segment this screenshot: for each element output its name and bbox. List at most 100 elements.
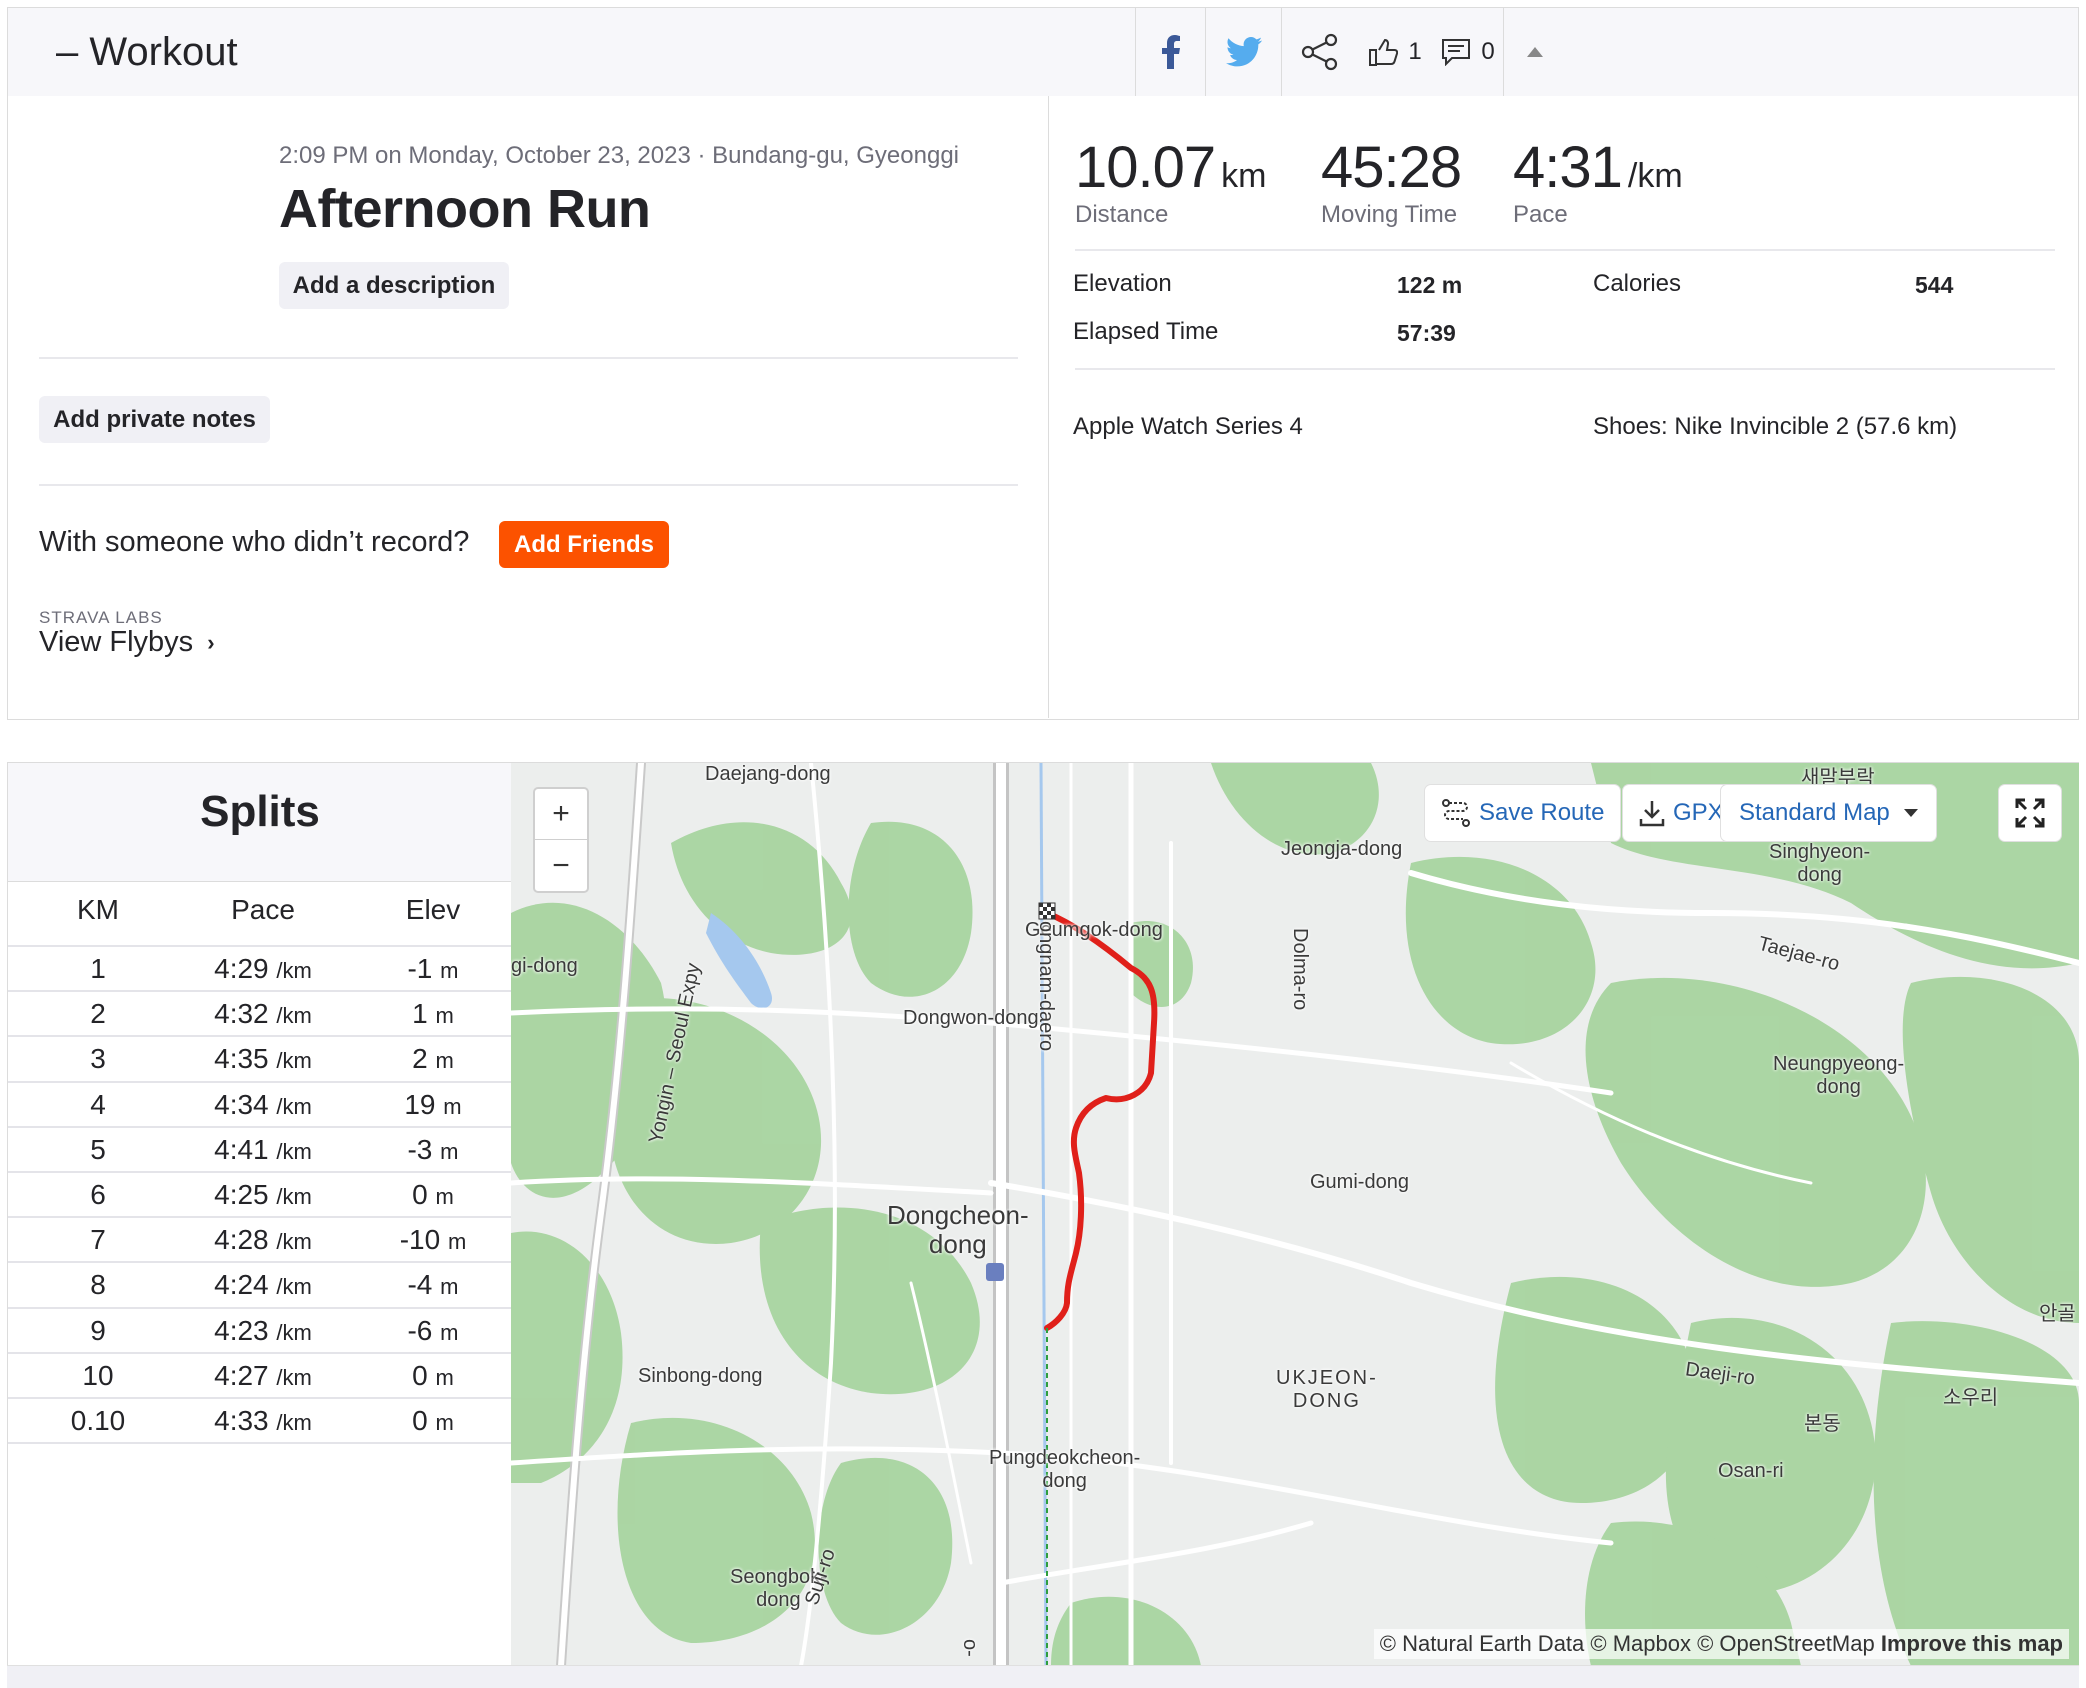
gpx-label: GPX — [1673, 799, 1724, 826]
split-pace-unit: /km — [276, 1319, 312, 1345]
kudos-count: 1 — [1408, 38, 1422, 65]
split-elev-value: -3 — [407, 1133, 433, 1165]
split-pace: 4:23 /km — [178, 1315, 348, 1347]
improve-map-link[interactable]: Improve this map — [1881, 1631, 2063, 1656]
split-elev: 19 m — [373, 1089, 493, 1121]
column-header-pace: Pace — [231, 894, 295, 925]
split-km: 5 — [90, 1133, 106, 1165]
map-label: Pungdeokcheon- dong — [989, 1447, 1141, 1492]
table-row-divider — [8, 1351, 512, 1354]
activity-meta: 2:09 PM on Monday, October 23, 2023 · Bu… — [279, 142, 959, 169]
section-title[interactable]: – Workout — [56, 30, 238, 75]
zoom-in-button[interactable]: + — [535, 789, 587, 840]
activity-summary-panel: 2:09 PM on Monday, October 23, 2023 · Bu… — [7, 96, 2079, 720]
collapse-button[interactable] — [1503, 8, 1565, 96]
split-pace-unit: /km — [276, 1048, 312, 1074]
split-pace-value: 4:41 — [214, 1133, 269, 1165]
split-elev: 2 m — [373, 1043, 493, 1075]
map-label: Singhyeon- dong — [1769, 841, 1871, 886]
divider — [1075, 368, 2055, 370]
map-label: ongnam-daero — [1035, 921, 1057, 1052]
split-pace: 4:33 /km — [178, 1405, 348, 1437]
comment-icon — [1442, 39, 1471, 66]
download-icon — [1639, 801, 1665, 827]
split-km: 7 — [90, 1224, 106, 1256]
split-elev-unit: m — [435, 1184, 454, 1209]
table-row-divider — [8, 1306, 512, 1309]
stat-pace: 4:31/km Pace — [1513, 134, 1683, 229]
split-elev: -1 m — [373, 953, 493, 985]
map-label: gi-dong — [511, 955, 578, 977]
pace-value: 4:31 — [1513, 135, 1623, 200]
split-pace-value: 4:34 — [214, 1088, 269, 1120]
facebook-share-button[interactable] — [1135, 8, 1205, 96]
workout-header: – Workout 1 0 — [7, 7, 2079, 97]
twitter-share-button[interactable] — [1205, 8, 1281, 96]
table-row-divider — [8, 1397, 512, 1399]
table-row-divider — [8, 945, 512, 947]
split-km: 10 — [82, 1359, 114, 1391]
split-elev-unit: m — [443, 1093, 462, 1119]
split-elev-unit: m — [435, 1410, 454, 1435]
add-friends-button[interactable]: Add Friends — [499, 521, 669, 568]
moving-time-value: 45:28 — [1321, 135, 1462, 200]
split-elev-unit: m — [447, 1229, 467, 1255]
divider — [1075, 249, 2055, 251]
split-elev: 0 m — [373, 1405, 493, 1437]
table-row-divider — [8, 1171, 512, 1173]
elevation-label: Elevation — [1073, 270, 1172, 297]
split-pace-value: 4:33 — [214, 1405, 269, 1436]
pace-unit: /km — [1627, 157, 1683, 195]
split-pace-value: 4:23 — [214, 1314, 269, 1346]
add-description-button[interactable]: Add a description — [279, 262, 509, 309]
map-label: 본동 — [1804, 1413, 1841, 1435]
split-pace-unit: /km — [276, 1364, 312, 1390]
table-row-divider — [8, 1080, 512, 1083]
save-route-button[interactable]: Save Route — [1425, 785, 1621, 841]
split-km: 3 — [90, 1043, 106, 1075]
fullscreen-button[interactable] — [1999, 785, 2061, 841]
fullscreen-icon — [2015, 798, 2045, 828]
split-pace: 4:41 /km — [178, 1134, 348, 1166]
comments-button[interactable]: 0 — [1433, 8, 1503, 96]
map-label: UKJEON- DONG — [1276, 1367, 1378, 1412]
map-label: o- — [959, 1639, 981, 1657]
map-label: 안골 — [2039, 1303, 2076, 1325]
split-km: 8 — [90, 1269, 106, 1301]
split-pace-unit: /km — [276, 1410, 312, 1435]
device-name: Apple Watch Series 4 — [1073, 413, 1303, 440]
table-row-divider — [8, 1216, 512, 1219]
split-pace-value: 4:25 — [214, 1179, 269, 1210]
split-km: 4 — [90, 1088, 106, 1120]
add-private-notes-button[interactable]: Add private notes — [39, 396, 270, 443]
column-header-elev: Elev — [405, 894, 461, 925]
share-icon — [1301, 33, 1337, 71]
split-elev-value: -4 — [407, 1269, 433, 1301]
splits-table: Splits KM Pace Elev 1 4:29 /km -1 m 2 4:32 /… — [7, 762, 512, 1668]
split-km: 0.10 — [70, 1405, 126, 1436]
map-label: Dongwon-dong — [903, 1007, 1039, 1029]
map-label: Sinbong-dong — [638, 1365, 763, 1387]
split-elev-value: 1 — [412, 998, 428, 1030]
split-elev: 0 m — [373, 1360, 493, 1392]
split-elev-value: 0 — [412, 1179, 428, 1210]
split-pace-value: 4:35 — [214, 1043, 269, 1075]
split-elev: -4 m — [373, 1269, 493, 1301]
splits-title: Splits — [200, 787, 320, 836]
kudos-button[interactable]: 1 — [1357, 8, 1433, 96]
map-type-dropdown[interactable]: Standard Map — [1721, 785, 1936, 841]
table-row-divider — [8, 1125, 512, 1128]
share-button[interactable] — [1281, 8, 1357, 96]
zoom-out-button[interactable]: − — [535, 840, 587, 891]
route-map[interactable]: Daejang-dong 새말부락 Jeongja-dong Singhyeon… — [511, 762, 2079, 1665]
view-flybys-link[interactable]: View Flybys › — [39, 626, 215, 659]
split-elev-unit: m — [440, 1274, 459, 1300]
split-pace-unit: /km — [276, 1093, 312, 1119]
map-attribution: © Natural Earth Data © Mapbox © OpenStre… — [1373, 1629, 2069, 1659]
thumbs-up-icon — [1369, 38, 1399, 66]
split-elev: -3 m — [373, 1134, 493, 1166]
map-label: Dongcheon- dong — [887, 1200, 1029, 1259]
attribution-text: © Natural Earth Data © Mapbox © OpenStre… — [1379, 1631, 1875, 1656]
resize-handle[interactable] — [7, 1665, 2079, 1688]
twitter-icon — [1225, 37, 1262, 67]
